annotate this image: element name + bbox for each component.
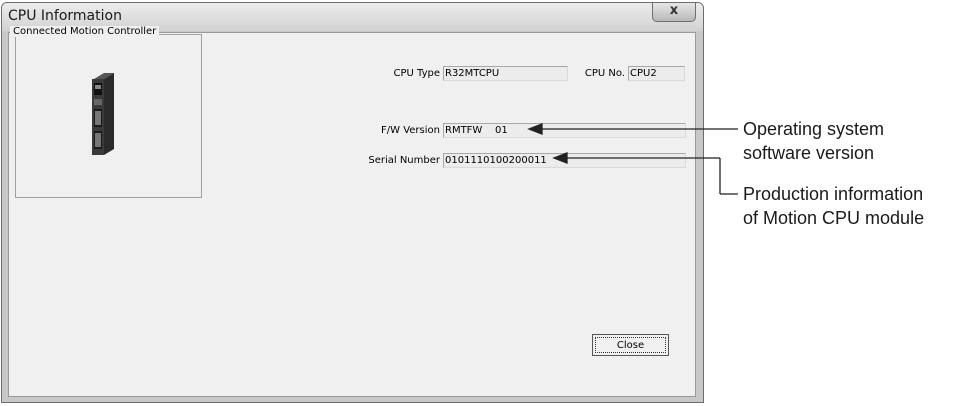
fw-callout-line2: software version — [743, 143, 875, 163]
serial-callout-text: Production information of Motion CPU mod… — [743, 182, 924, 230]
serial-callout-line1: Production information — [743, 184, 924, 204]
serial-callout-line2: of Motion CPU module — [743, 208, 925, 228]
fw-callout-text: Operating system software version — [743, 117, 884, 165]
fw-callout-line1: Operating system — [743, 119, 885, 139]
